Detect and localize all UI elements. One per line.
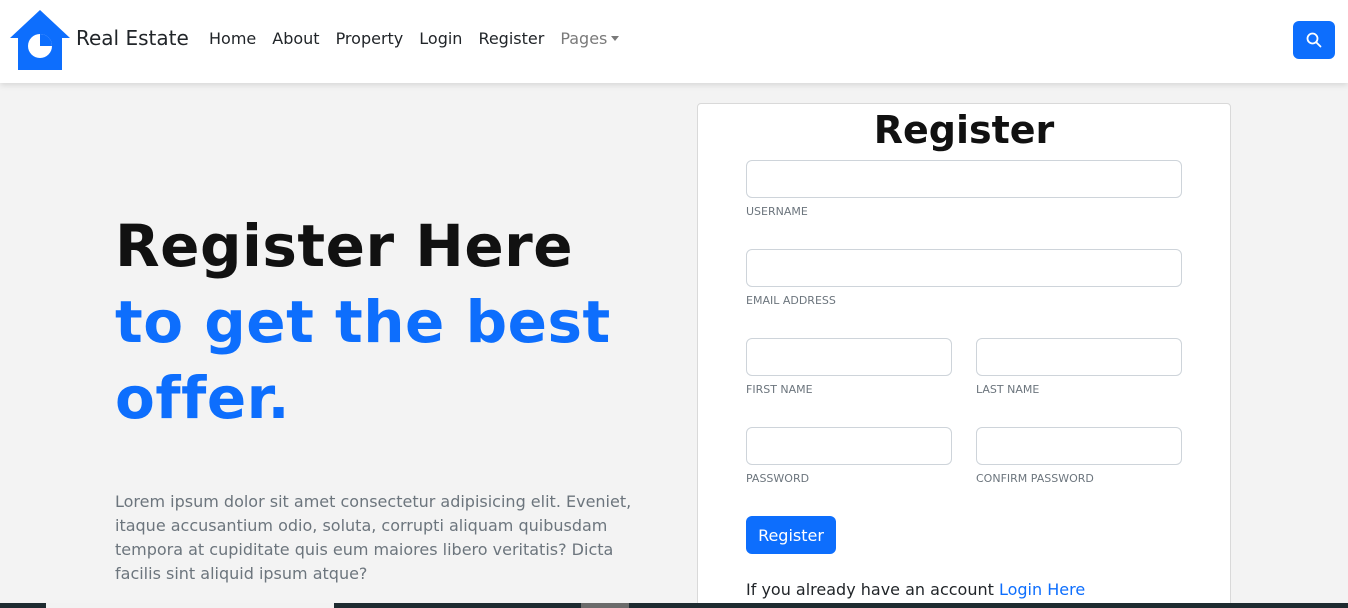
- hero-heading: Register Here to get the best offer.: [115, 208, 611, 436]
- confirm-password-field[interactable]: [976, 427, 1182, 465]
- brand-name[interactable]: Real Estate: [76, 26, 189, 50]
- nav-item-pages-dropdown[interactable]: Pages: [560, 29, 620, 48]
- pages-label: Pages: [560, 29, 608, 48]
- first-name-field[interactable]: [746, 338, 952, 376]
- email-field[interactable]: [746, 249, 1182, 287]
- bottom-strip-segment: [581, 603, 629, 608]
- confirm-password-input[interactable]: [977, 428, 1181, 464]
- top-navbar: Real Estate Home About Property Login Re…: [0, 0, 1348, 83]
- bottom-edge-strip: [0, 603, 1348, 608]
- search-button[interactable]: [1293, 21, 1335, 59]
- nav-item-login[interactable]: Login: [419, 29, 462, 48]
- hero-heading-line2: to get the best: [115, 288, 611, 356]
- last-name-input[interactable]: [977, 339, 1181, 375]
- first-name-label: FIRST NAME: [746, 383, 813, 396]
- caret-down-icon: [611, 36, 620, 41]
- first-name-input[interactable]: [747, 339, 951, 375]
- login-prompt-text: If you already have an account: [746, 580, 994, 599]
- nav-menu: Home About Property Login Register Pages: [209, 29, 620, 48]
- hero-paragraph: Lorem ipsum dolor sit amet consectetur a…: [115, 492, 632, 583]
- hero-heading-line1: Register Here: [115, 212, 574, 280]
- house-pie-logo-icon[interactable]: [9, 9, 71, 71]
- password-input[interactable]: [747, 428, 951, 464]
- register-submit-button[interactable]: Register: [746, 516, 836, 554]
- password-label: PASSWORD: [746, 472, 810, 485]
- login-here-link[interactable]: Login Here: [999, 580, 1085, 599]
- password-field[interactable]: [746, 427, 952, 465]
- nav-item-home[interactable]: Home: [209, 29, 256, 48]
- last-name-label: LAST NAME: [976, 383, 1040, 396]
- hero-heading-line3: offer.: [115, 364, 291, 432]
- nav-item-property[interactable]: Property: [336, 29, 404, 48]
- search-icon: [1306, 32, 1322, 48]
- nav-item-register[interactable]: Register: [478, 29, 544, 48]
- last-name-field[interactable]: [976, 338, 1182, 376]
- username-label: USERNAME: [746, 205, 808, 218]
- confirm-password-label: CONFIRM PASSWORD: [976, 472, 1094, 485]
- email-label: EMAIL ADDRESS: [746, 294, 836, 307]
- register-card-title: Register: [873, 108, 1055, 152]
- register-card: Register USERNAME EMAIL ADDRESS FIRST NA…: [697, 103, 1231, 608]
- username-field[interactable]: [746, 160, 1182, 198]
- username-input[interactable]: [747, 161, 1181, 197]
- login-prompt: If you already have an account Login Her…: [746, 580, 1085, 599]
- email-input[interactable]: [747, 250, 1181, 286]
- nav-item-about[interactable]: About: [272, 29, 319, 48]
- bottom-strip-segment: [46, 603, 334, 608]
